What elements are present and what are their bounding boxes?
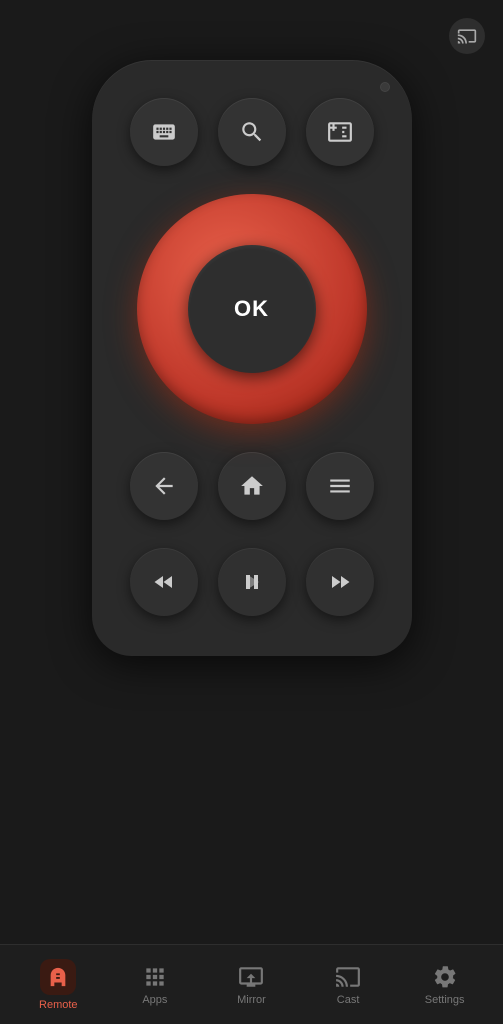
remote-indicator: [380, 82, 390, 92]
search-button[interactable]: [218, 98, 286, 166]
nav-item-settings[interactable]: Settings: [405, 956, 485, 1014]
nav-label-settings: Settings: [425, 994, 465, 1006]
nav-item-mirror[interactable]: Mirror: [211, 956, 291, 1014]
menu-icon: [327, 473, 353, 499]
home-button[interactable]: [218, 452, 286, 520]
ok-button[interactable]: OK: [188, 245, 316, 373]
nav-label-apps: Apps: [142, 994, 167, 1006]
nav-item-remote[interactable]: Remote: [18, 951, 98, 1019]
nav-label-remote: Remote: [39, 999, 78, 1011]
play-pause-button[interactable]: [218, 548, 286, 616]
control-buttons-row: [130, 452, 374, 520]
menu-button[interactable]: [306, 452, 374, 520]
remote-icon-bg: [40, 959, 76, 995]
fast-forward-button[interactable]: [306, 548, 374, 616]
search-icon: [239, 119, 265, 145]
media-buttons-row: [130, 548, 374, 616]
nav-item-cast[interactable]: Cast: [308, 956, 388, 1014]
keyboard-icon: [151, 119, 177, 145]
fit-screen-button[interactable]: [306, 98, 374, 166]
remote-body: OK: [92, 60, 412, 656]
back-icon: [151, 473, 177, 499]
nav-item-apps[interactable]: Apps: [115, 956, 195, 1014]
play-pause-icon: [240, 570, 264, 594]
cast-icon-top[interactable]: [449, 18, 485, 54]
remote-nav-icon: [47, 966, 69, 988]
cast-icon: [457, 26, 477, 46]
cast-nav-icon: [335, 964, 361, 990]
top-buttons-row: [130, 98, 374, 166]
bottom-nav: Remote Apps Mirror Cast Settings: [0, 944, 503, 1024]
dpad-ring[interactable]: OK: [137, 194, 367, 424]
home-icon: [239, 473, 265, 499]
settings-nav-icon: [432, 964, 458, 990]
rewind-icon: [152, 570, 176, 594]
ok-label: OK: [234, 296, 269, 322]
apps-nav-icon: [142, 964, 168, 990]
back-button[interactable]: [130, 452, 198, 520]
fit-screen-icon: [327, 119, 353, 145]
keyboard-button[interactable]: [130, 98, 198, 166]
nav-label-mirror: Mirror: [237, 994, 266, 1006]
fast-forward-icon: [328, 570, 352, 594]
mirror-nav-icon: [238, 964, 264, 990]
rewind-button[interactable]: [130, 548, 198, 616]
dpad-container: OK: [137, 194, 367, 424]
nav-label-cast: Cast: [337, 994, 360, 1006]
